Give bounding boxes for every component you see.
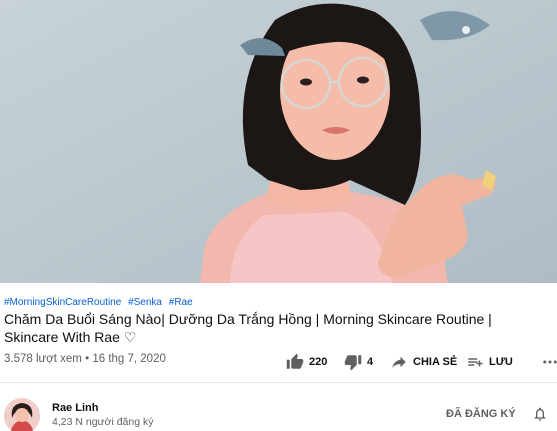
avatar-image xyxy=(4,398,40,431)
notification-bell-button[interactable] xyxy=(532,405,548,428)
save-label: LƯU xyxy=(489,356,513,368)
channel-name[interactable]: Rae Linh xyxy=(52,402,98,414)
bell-icon xyxy=(534,407,546,421)
hashtag-list: #MorningSkinCareRoutine #Senka #Rae xyxy=(4,297,197,308)
subscribed-button[interactable]: ĐÃ ĐĂNG KÝ xyxy=(446,408,516,420)
like-button[interactable]: 220 xyxy=(286,353,344,371)
hashtag-link[interactable]: #Rae xyxy=(169,297,193,308)
video-title: Chăm Da Buổi Sáng Nào| Dưỡng Da Trắng Hồ… xyxy=(4,311,492,345)
thumbs-down-icon xyxy=(344,355,362,371)
video-meta: 3.578 lượt xem • 16 thg 7, 2020 xyxy=(4,353,166,365)
action-bar: 220 4 CHIA SẺ LƯU xyxy=(286,352,557,372)
subscriber-count: 4,23 N người đăng ký xyxy=(52,416,154,428)
dislike-count: 4 xyxy=(367,356,374,368)
save-button[interactable]: LƯU xyxy=(466,353,540,371)
meta-separator: • xyxy=(85,353,90,365)
share-arrow-icon xyxy=(392,356,406,368)
section-divider xyxy=(0,382,557,383)
share-button[interactable]: CHIA SẺ xyxy=(390,353,466,371)
more-actions-button[interactable] xyxy=(540,353,557,371)
video-player[interactable] xyxy=(0,0,557,283)
hashtag-link[interactable]: #MorningSkinCareRoutine xyxy=(4,297,121,308)
like-count: 220 xyxy=(309,356,328,368)
more-horizontal-icon xyxy=(543,360,557,364)
video-thumbnail xyxy=(0,0,557,283)
upload-date: 16 thg 7, 2020 xyxy=(92,353,166,365)
channel-avatar[interactable] xyxy=(4,398,40,431)
playlist-add-icon xyxy=(468,358,483,367)
thumbs-up-icon xyxy=(286,353,304,369)
dislike-button[interactable]: 4 xyxy=(344,353,390,371)
view-count: 3.578 lượt xem xyxy=(4,353,82,365)
share-label: CHIA SẺ xyxy=(413,356,458,368)
hashtag-link[interactable]: #Senka xyxy=(128,297,162,308)
